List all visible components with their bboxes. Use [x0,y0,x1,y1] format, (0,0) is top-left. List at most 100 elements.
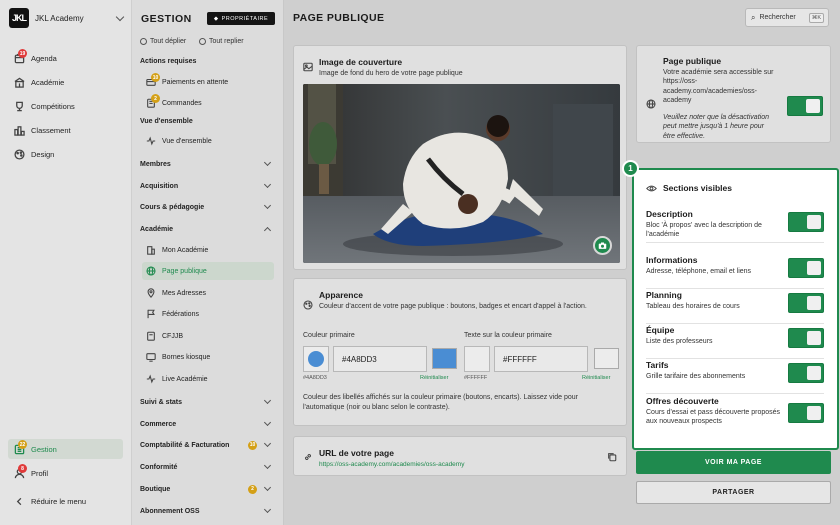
primary-color-input[interactable]: #4A8DD3 [333,346,427,372]
chevron-down-icon [263,158,272,167]
search-icon: ⌕ [751,12,756,22]
sidebar-item-overview[interactable]: Vue d'ensemble [142,132,274,150]
sidebar-item-commandes[interactable]: Commandes 2 [142,94,274,112]
primary-color-label: Couleur primaire [303,332,355,339]
public-page-toggle[interactable] [787,96,823,116]
public-page-title: Page publique [663,56,722,66]
link-icon [304,453,312,461]
app-rail: JKL JKL Academy Agenda 19 Académie Compé… [0,0,132,525]
change-cover-button[interactable] [593,236,612,255]
text-color-picker[interactable] [464,346,490,372]
ranking-icon [14,125,25,136]
group-suivi[interactable]: Suivi & stats [140,394,272,410]
sidebar-item-paiements[interactable]: Paiements en attente 10 [142,73,274,91]
map-pin-icon [147,288,155,298]
rail-item-agenda[interactable]: Agenda 19 [8,48,123,68]
academy-name: JKL Academy [35,13,84,23]
cover-card: Image de couverture Image de fond du her… [293,45,627,270]
sidebar-item-cfjjb[interactable]: CFJJB [142,327,274,345]
camera-icon [598,242,607,249]
building-icon [147,246,155,255]
chevron-down-icon [263,201,272,210]
primary-color-caption: #4A8DD3 [303,375,327,381]
description-toggle[interactable] [788,212,824,232]
sidebar-title: GESTION [141,13,192,25]
sidebar-item-live[interactable]: Live Académie [142,370,274,388]
rail-item-classement[interactable]: Classement [8,120,123,140]
expand-all-button[interactable]: Tout déplier [140,38,186,45]
appearance-card: Apparence Couleur d'accent de votre page… [293,278,627,426]
planning-toggle[interactable] [788,293,824,313]
group-commerce[interactable]: Commerce [140,416,272,432]
group-comptabilite[interactable]: Comptabilité & Facturation 10 [140,437,272,453]
view-page-button[interactable]: VOIR MA PAGE [636,451,831,474]
visible-sections-panel: Sections visibles Description Bloc 'À pr… [632,168,839,450]
rail-item-gestion[interactable]: Gestion 22 [8,439,123,459]
appearance-title: Apparence [319,290,363,300]
sidebar-item-adresses[interactable]: Mes Adresses [142,284,274,302]
primary-color-dot [308,351,324,367]
sidebar-item-page-publique[interactable]: Page publique [142,262,274,280]
gestion-badge: 22 [18,440,27,449]
activity-icon [146,136,156,146]
search-button[interactable]: ⌕ Rechercher ⌘K [745,8,829,27]
collapse-all-button[interactable]: Tout replier [199,38,244,45]
rail-item-competitions[interactable]: Compétitions [8,96,123,116]
copy-icon[interactable] [607,452,617,462]
offres-toggle[interactable] [788,403,824,423]
primary-reset-link[interactable]: Réinitialiser [420,375,448,381]
appearance-subtitle: Couleur d'accent de votre page publique … [319,303,587,310]
academy-switcher[interactable]: JKL JKL Academy [9,8,125,28]
overview-header: Vue d'ensemble [140,118,193,125]
agenda-badge: 19 [18,49,27,58]
text-color-preview [594,348,619,369]
paiements-badge: 10 [151,73,160,82]
cover-image[interactable] [303,84,620,263]
public-page-card: Page publique Votre académie sera access… [636,45,831,143]
sidebar-item-federations[interactable]: Fédérations [142,305,274,323]
group-boutique[interactable]: Boutique 2 [140,481,272,497]
chevron-down-icon [263,396,272,405]
rail-item-academie[interactable]: Académie [8,72,123,92]
commandes-badge: 2 [151,94,160,103]
collapse-menu-button[interactable]: Réduire le menu [8,491,123,511]
profil-badge: 8 [18,464,27,473]
url-title: URL de votre page [319,448,394,458]
comptabilite-badge: 10 [248,440,257,450]
rail-item-design[interactable]: Design [8,144,123,164]
group-cours[interactable]: Cours & pédagogie [140,199,272,215]
group-academie[interactable]: Académie [140,221,272,237]
group-abonnement[interactable]: Abonnement OSS [140,503,272,519]
primary-color-preview [432,348,457,369]
flag-icon [147,309,155,319]
sections-title: Sections visibles [663,183,732,193]
search-shortcut: ⌘K [808,13,824,23]
collapse-icon [199,38,206,45]
judo-photo [303,84,620,263]
shield-icon: ◆ [213,15,219,22]
sidebar-item-mon-academie[interactable]: Mon Académie [142,241,274,259]
informations-toggle[interactable] [788,258,824,278]
public-page-text: Votre académie sera accessible sur https… [663,69,774,105]
tarifs-toggle[interactable] [788,363,824,383]
share-button[interactable]: PARTAGER [636,481,831,504]
globe-icon [146,266,156,276]
section-row-tarifs: Tarifs Grille tarifaire des abonnements [646,360,824,394]
group-conformite[interactable]: Conformité [140,459,272,475]
text-reset-link[interactable]: Réinitialiser [582,375,610,381]
group-acquisition[interactable]: Acquisition [140,178,272,194]
expand-icon [140,38,147,45]
rail-item-profil[interactable]: Profil 8 [8,463,123,483]
section-row-planning: Planning Tableau des horaires de cours [646,290,824,324]
public-url-link[interactable]: https://oss-academy.com/academies/oss-ac… [319,461,464,468]
primary-color-picker[interactable] [303,346,329,372]
text-color-input[interactable]: #FFFFFF [494,346,588,372]
equipe-toggle[interactable] [788,328,824,348]
section-row-description: Description Bloc 'À propos' avec la desc… [646,209,824,243]
globe-icon [646,99,656,109]
sidebar-item-bornes[interactable]: Bornes kiosque [142,348,274,366]
cover-title: Image de couverture [319,57,403,67]
chevron-down-icon [263,483,272,492]
url-card: URL de votre page https://oss-academy.co… [293,436,627,476]
group-membres[interactable]: Membres [140,156,272,172]
